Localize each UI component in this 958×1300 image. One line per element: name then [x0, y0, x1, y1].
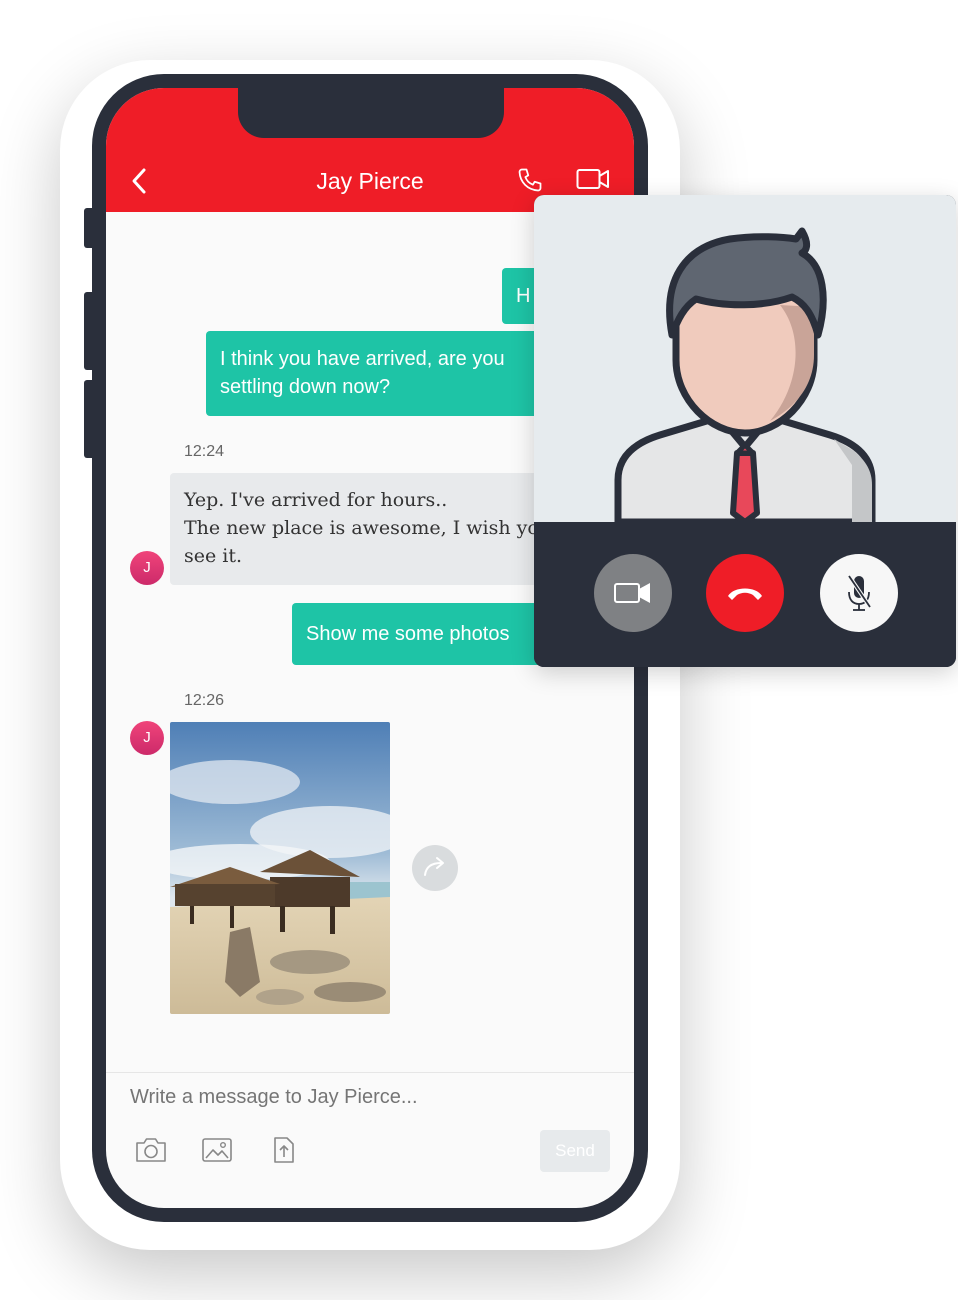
- image-icon[interactable]: [201, 1136, 233, 1164]
- message-input[interactable]: [130, 1086, 580, 1109]
- phone-icon[interactable]: [516, 166, 544, 194]
- message-text: H: [516, 285, 531, 307]
- composer-divider: [106, 1072, 634, 1073]
- contact-name: Jay Pierce: [316, 168, 424, 194]
- send-button[interactable]: Send: [540, 1130, 610, 1172]
- hang-up-icon: [728, 588, 762, 600]
- avatar[interactable]: J: [130, 551, 164, 585]
- message-bubble-incoming: Yep. I've arrived for hours.. The new pl…: [170, 473, 592, 585]
- message-timestamp: 12:24: [184, 443, 225, 460]
- message-text-line: Yep. I've arrived for hours..: [184, 489, 448, 511]
- beach-photo-image: [170, 722, 390, 1014]
- mic-muted-icon: [847, 574, 872, 611]
- file-upload-icon[interactable]: [272, 1136, 296, 1164]
- toggle-camera-button[interactable]: [594, 554, 672, 632]
- chat-header: Jay Pierce: [106, 88, 634, 212]
- share-button[interactable]: [412, 845, 458, 891]
- message-text-line: see it.: [184, 545, 243, 567]
- avatar[interactable]: J: [130, 721, 164, 755]
- shared-photo[interactable]: [170, 722, 390, 1014]
- hang-up-button[interactable]: [706, 554, 784, 632]
- video-camera-icon: [614, 583, 650, 603]
- mute-button[interactable]: [820, 554, 898, 632]
- message-text-line: The new place is awesome, I wish you can: [184, 517, 592, 539]
- message-text: Show me some photos: [306, 623, 510, 645]
- video-call-window: [534, 195, 956, 667]
- video-camera-icon[interactable]: [576, 168, 610, 190]
- message-timestamp: 12:26: [184, 692, 225, 709]
- phone-notch: [238, 88, 504, 138]
- message-bubble-outgoing: I think you have arrived, are you settli…: [206, 331, 546, 416]
- message-text-line: I think you have arrived, are you: [220, 348, 505, 370]
- share-arrow-icon: [424, 857, 444, 876]
- message-text-line: settling down now?: [220, 376, 391, 398]
- caller-avatar-illustration: [614, 227, 876, 526]
- camera-icon[interactable]: [134, 1136, 168, 1164]
- call-controls: [534, 522, 956, 667]
- caller-video-feed: [534, 195, 956, 526]
